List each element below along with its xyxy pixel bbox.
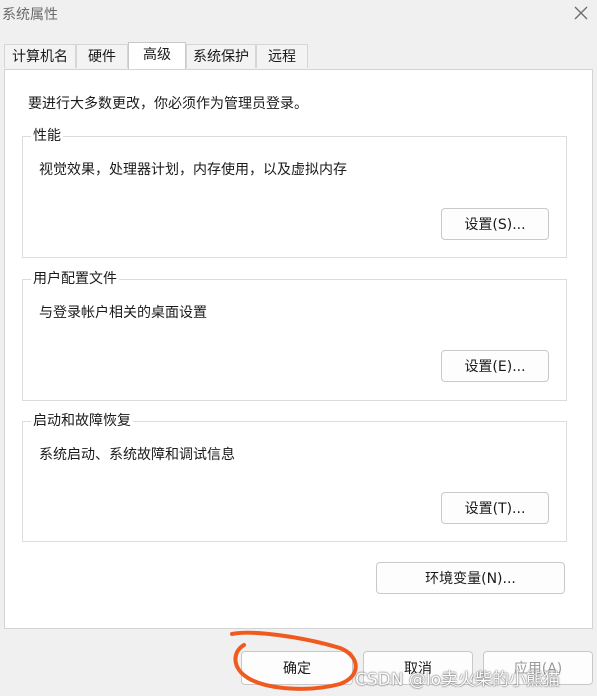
close-button[interactable] [568,2,594,24]
environment-variables-button[interactable]: 环境变量(N)... [376,562,565,594]
tab-advanced[interactable]: 高级 [128,42,186,70]
tab-strip: 计算机名 硬件 高级 系统保护 远程 [0,42,597,70]
user-profiles-group: 用户配置文件 与登录帐户相关的桌面设置 设置(E)... [22,271,567,401]
tab-hardware[interactable]: 硬件 [76,44,128,68]
system-properties-window: 系统属性 计算机名 硬件 高级 系统保护 远程 要进行大多数更改，你必须作为管理… [0,0,597,696]
startup-recovery-settings-button[interactable]: 设置(T)... [441,492,549,524]
user-profiles-description: 与登录帐户相关的桌面设置 [39,305,207,321]
title-bar: 系统属性 [0,0,597,28]
performance-group-title: 性能 [31,128,63,144]
admin-notice: 要进行大多数更改，你必须作为管理员登录。 [28,96,308,112]
tab-remote[interactable]: 远程 [256,44,308,68]
user-profiles-settings-button[interactable]: 设置(E)... [441,350,549,382]
performance-description: 视觉效果，处理器计划，内存使用，以及虚拟内存 [39,162,347,178]
user-profiles-group-title: 用户配置文件 [31,271,119,287]
performance-group: 性能 视觉效果，处理器计划，内存使用，以及虚拟内存 设置(S)... [22,128,567,258]
tab-computer-name[interactable]: 计算机名 [4,44,76,68]
startup-recovery-group-title: 启动和故障恢复 [31,413,133,429]
tab-system-protection[interactable]: 系统保护 [186,44,256,68]
performance-settings-button[interactable]: 设置(S)... [441,208,549,240]
csdn-watermark: CSDN @lo卖火柴的小熊猫 [355,670,560,690]
startup-recovery-group: 启动和故障恢复 系统启动、系统故障和调试信息 设置(T)... [22,413,567,542]
window-title: 系统属性 [2,7,58,23]
ok-button[interactable]: 确定 [241,651,353,685]
close-icon [574,6,588,20]
startup-recovery-description: 系统启动、系统故障和调试信息 [39,447,235,463]
